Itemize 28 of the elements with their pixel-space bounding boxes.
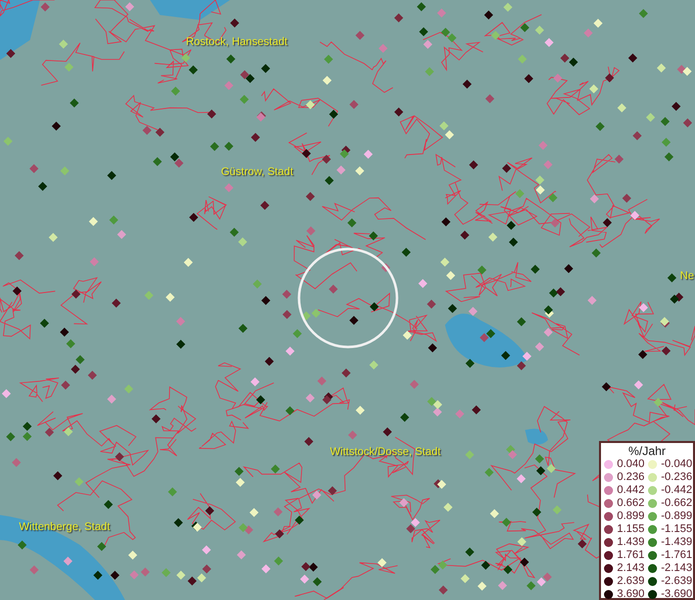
place-label: Rostock, Hansestadt (186, 36, 288, 49)
legend-label: -0.899 (661, 510, 692, 523)
legend-label: 0.662 (617, 497, 645, 510)
place-label: Güstrow, Stadt (221, 166, 294, 179)
legend-label: 0.236 (617, 471, 645, 484)
legend-label: -0.662 (661, 497, 692, 510)
legend-label: 2.143 (617, 562, 645, 575)
place-label: Wittenberge, Stadt (19, 521, 110, 534)
legend-label: -0.040 (661, 458, 692, 471)
legend-label: 3.690 (617, 588, 645, 600)
legend-label: 0.040 (617, 458, 645, 471)
place-label: Ne (680, 270, 694, 283)
legend-label: -1.439 (661, 536, 692, 549)
legend-label: -0.442 (661, 484, 692, 497)
legend-label: 1.155 (617, 523, 645, 536)
legend-label: 1.439 (617, 536, 645, 549)
legend-label: -3.690 (661, 588, 692, 600)
legend-label: 2.639 (617, 575, 645, 588)
legend-title: %/Jahr (627, 444, 667, 458)
legend-label: 0.442 (617, 484, 645, 497)
legend-label: 1.761 (617, 549, 645, 562)
legend-label: -0.236 (661, 471, 692, 484)
legend-label: -1.155 (661, 523, 692, 536)
legend-label: -1.761 (661, 549, 692, 562)
legend-label: -2.639 (661, 575, 692, 588)
legend-label: -2.143 (661, 562, 692, 575)
place-label: Wittstock/Dosse, Stadt (330, 446, 441, 459)
legend-label: 0.899 (617, 510, 645, 523)
